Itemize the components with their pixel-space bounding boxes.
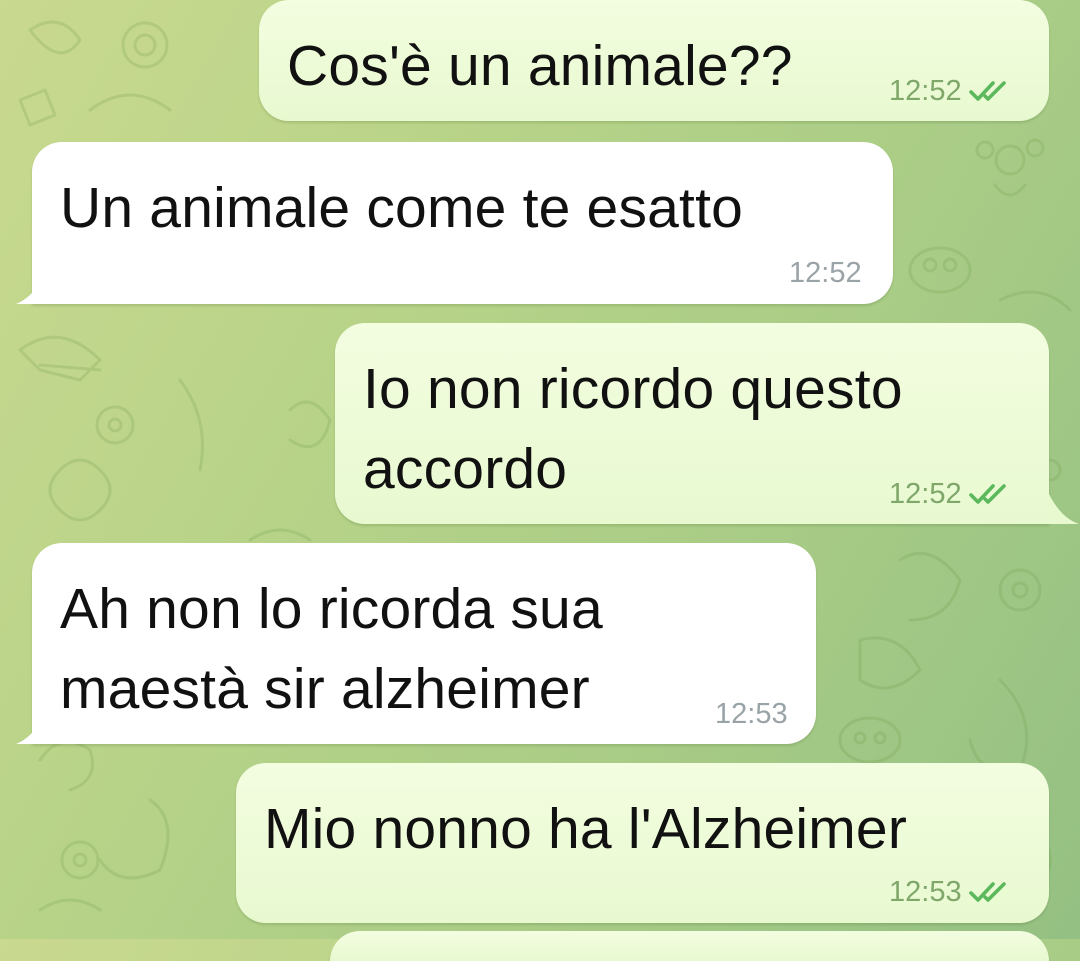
bubble-tail-incoming — [16, 714, 46, 744]
message-meta: 12:53 — [889, 875, 1012, 909]
message-bubble-incoming[interactable]: Ah non lo ricorda sua maestà sir alzheim… — [32, 543, 816, 744]
read-double-check-icon — [968, 484, 1006, 504]
message-text: Mio nonno ha l'Alzheimer — [264, 797, 908, 861]
message-time: 12:53 — [715, 698, 788, 730]
message-bubble-outgoing[interactable]: Cos'è un animale?? 12:52 — [259, 0, 1049, 121]
bubble-tail-incoming — [16, 274, 46, 304]
read-double-check-icon — [968, 81, 1006, 101]
message-meta: 12:52 — [889, 477, 1012, 511]
bubble-tail-outgoing — [1049, 494, 1079, 524]
message-time: 12:52 — [889, 75, 962, 107]
message-bubble-outgoing[interactable]: Io non ricordo questo accordo 12:52 — [335, 323, 1049, 524]
message-text-line: Io non ricordo questo — [363, 357, 903, 421]
message-text: Cos'è un animale?? — [287, 34, 793, 98]
message-meta: 12:52 — [889, 74, 1012, 108]
message-bubble-outgoing[interactable]: Mio nonno ha l'Alzheimer 12:53 — [236, 763, 1049, 923]
message-bubble-incoming[interactable]: Un animale come te esatto 12:52 — [32, 142, 893, 304]
message-text: Un animale come te esatto — [60, 176, 744, 240]
message-time: 12:52 — [889, 478, 962, 510]
message-meta: 12:53 — [715, 697, 788, 731]
read-double-check-icon — [968, 882, 1006, 902]
message-text-line: Ah non lo ricorda sua — [60, 577, 603, 641]
message-meta: 12:52 — [789, 256, 862, 290]
message-time: 12:52 — [789, 257, 862, 289]
message-text-line: accordo — [363, 437, 568, 501]
message-text-line: maestà sir alzheimer — [60, 657, 590, 721]
message-time: 12:53 — [889, 876, 962, 908]
message-bubble-outgoing-partial[interactable] — [330, 931, 1049, 961]
